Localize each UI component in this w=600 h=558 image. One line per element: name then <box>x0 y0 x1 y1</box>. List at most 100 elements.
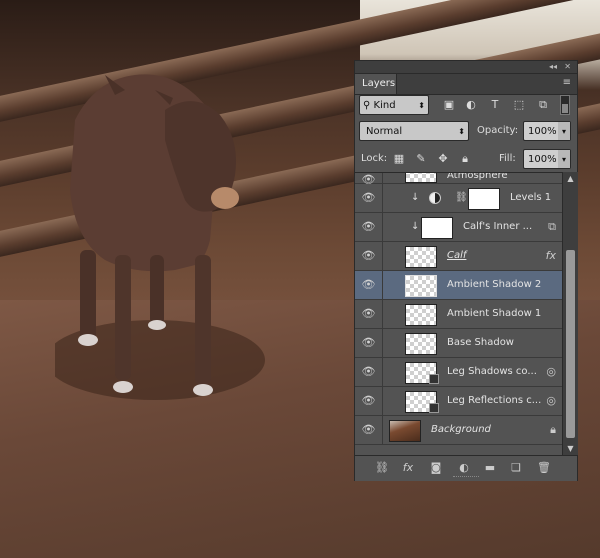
lock-move-icon[interactable]: ✥ <box>435 151 451 167</box>
image-filter-icon[interactable]: ▣ <box>441 97 457 113</box>
chain-link-icon[interactable]: ⛓︎ <box>455 184 468 212</box>
layer-thumbnail <box>389 420 421 442</box>
visibility-eye-icon[interactable]: 👁︎ <box>355 416 383 444</box>
layer-thumbnail <box>405 304 437 326</box>
folder-icon[interactable]: ▬ <box>481 460 499 476</box>
layer-row-selected[interactable]: 👁︎ Ambient Shadow 2 <box>355 271 562 300</box>
visibility-eye-icon[interactable]: 👁︎ <box>355 213 383 241</box>
visibility-eye-icon[interactable]: 👁︎ <box>355 387 383 415</box>
smart-object-filter-icon[interactable]: ⧉ <box>535 97 551 113</box>
fx-icon[interactable]: fx <box>546 242 556 270</box>
panel-menu-icon[interactable]: ≡ <box>563 78 571 88</box>
layer-row[interactable]: 👁︎ Background 🔒︎ <box>355 416 562 445</box>
layer-row[interactable]: 👁︎ Leg Shadows co... ◎ <box>355 358 562 387</box>
lock-all-icon[interactable]: 🔒︎ <box>457 151 473 167</box>
lock-icon: 🔒︎ <box>550 423 556 436</box>
layer-row[interactable]: 👁︎ Leg Reflections c... ◎ <box>355 387 562 416</box>
chevron-down-icon[interactable]: ▾ <box>558 122 570 140</box>
blend-mode-select[interactable]: Normal ⬍ <box>359 121 469 141</box>
layer-name: Leg Shadows co... <box>447 366 537 377</box>
layer-name: Calf's Inner ... <box>463 221 533 232</box>
clip-arrow-icon: ↓ <box>411 221 420 232</box>
visibility-eye-icon[interactable]: 👁︎ <box>355 358 383 386</box>
chevron-updown-icon: ⬍ <box>458 127 465 136</box>
layer-row[interactable]: 👁︎ ↓ Calf's Inner ... ⧉ <box>355 213 562 242</box>
trash-icon[interactable]: 🗑︎ <box>535 460 553 476</box>
layers-list: 👁︎ Atmosphere 👁︎ ↓ ⛓︎ Levels 1 👁︎ ↓ Calf… <box>355 172 562 456</box>
smart-filter-icon[interactable]: ◎ <box>546 358 556 386</box>
close-panel-icon[interactable]: ✕ <box>564 61 571 73</box>
lock-label: Lock: <box>361 153 388 164</box>
filter-kind-select[interactable]: ⚲ Kind ⬍ <box>359 95 429 115</box>
shape-filter-icon[interactable]: ⬚ <box>511 97 527 113</box>
layer-name: Levels 1 <box>510 192 552 203</box>
blend-mode-value: Normal <box>366 126 403 137</box>
tab-layers[interactable]: Layers <box>355 74 397 94</box>
smart-filter-icon[interactable]: ◎ <box>546 387 556 415</box>
panel-tab-bar: Layers ≡ <box>355 74 577 95</box>
levels-adjustment-icon <box>429 192 441 204</box>
search-icon: ⚲ <box>363 100 371 111</box>
layer-thumbnail <box>405 246 437 268</box>
scrollbar-thumb[interactable] <box>566 250 575 438</box>
opacity-label: Opacity: <box>477 125 519 136</box>
visibility-eye-icon[interactable]: 👁︎ <box>355 242 383 270</box>
link-icon[interactable]: ⛓︎ <box>373 460 391 476</box>
layer-thumbnail <box>421 217 453 239</box>
filter-row: ⚲ Kind ⬍ ▣ ◐ T ⬚ ⧉ <box>359 95 573 117</box>
new-layer-icon[interactable]: ❏ <box>507 460 525 476</box>
layer-row[interactable]: 👁︎ Ambient Shadow 1 <box>355 300 562 329</box>
layer-name: Atmosphere <box>447 172 508 181</box>
smart-object-icon: ⧉ <box>548 220 556 233</box>
chevron-updown-icon: ⬍ <box>418 101 425 110</box>
layers-panel: ◂◂ ✕ Layers ≡ ⚲ Kind ⬍ ▣ ◐ T ⬚ ⧉ Normal … <box>354 60 578 481</box>
layer-thumbnail <box>405 275 437 297</box>
layer-name: Calf <box>447 250 467 261</box>
smart-object-badge-icon <box>429 374 439 384</box>
clip-arrow-icon: ↓ <box>411 192 420 203</box>
layer-name: Ambient Shadow 1 <box>447 308 542 319</box>
visibility-eye-icon[interactable]: 👁︎ <box>355 271 383 299</box>
fill-label: Fill: <box>499 153 516 164</box>
scroll-up-icon[interactable]: ▲ <box>563 174 578 183</box>
layers-scrollbar[interactable]: ▲ ▼ <box>562 172 578 455</box>
visibility-eye-icon[interactable]: 👁︎ <box>355 173 383 186</box>
layer-name: Leg Reflections c... <box>447 395 542 406</box>
resize-grip[interactable] <box>453 476 479 480</box>
calf-image <box>55 74 265 400</box>
lock-row: Lock: ▦ ✎ ✥ 🔒︎ Fill: 100% ▾ <box>359 149 573 171</box>
layer-thumbnail <box>405 173 437 183</box>
layer-mask-thumbnail <box>468 188 500 210</box>
opacity-value: 100% <box>528 126 557 137</box>
blend-row: Normal ⬍ Opacity: 100% ▾ <box>359 121 573 143</box>
lock-transparent-icon[interactable]: ▦ <box>391 151 407 167</box>
type-filter-icon[interactable]: T <box>487 97 503 113</box>
adjustment-icon[interactable]: ◐ <box>455 460 473 476</box>
layer-name: Ambient Shadow 2 <box>447 279 542 290</box>
fill-input[interactable]: 100% ▾ <box>523 149 571 169</box>
layer-row[interactable]: 👁︎ Calf fx <box>355 242 562 271</box>
layer-name: Base Shadow <box>447 337 514 348</box>
fill-value: 100% <box>528 154 557 165</box>
layer-row[interactable]: 👁︎ Atmosphere <box>355 172 562 186</box>
scroll-down-icon[interactable]: ▼ <box>563 444 578 453</box>
chevron-down-icon[interactable]: ▾ <box>558 150 570 168</box>
layer-name: Background <box>431 424 491 435</box>
adjustment-filter-icon[interactable]: ◐ <box>463 97 479 113</box>
panel-title-strip: ◂◂ ✕ <box>355 61 577 74</box>
lock-brush-icon[interactable]: ✎ <box>413 151 429 167</box>
layer-row[interactable]: 👁︎ ↓ ⛓︎ Levels 1 <box>355 184 562 213</box>
visibility-eye-icon[interactable]: 👁︎ <box>355 184 383 212</box>
smart-object-badge-icon <box>429 403 439 413</box>
collapse-panel-icon[interactable]: ◂◂ <box>549 61 557 73</box>
filter-toggle-switch[interactable] <box>560 95 570 115</box>
mask-icon[interactable]: ◙ <box>427 460 445 476</box>
opacity-input[interactable]: 100% ▾ <box>523 121 571 141</box>
fx-icon[interactable]: fx <box>399 460 417 476</box>
visibility-eye-icon[interactable]: 👁︎ <box>355 329 383 357</box>
layer-thumbnail <box>405 333 437 355</box>
panel-footer: ⛓︎ fx ◙ ◐ ▬ ❏ 🗑︎ <box>355 455 577 481</box>
layer-row[interactable]: 👁︎ Base Shadow <box>355 329 562 358</box>
visibility-eye-icon[interactable]: 👁︎ <box>355 300 383 328</box>
filter-kind-label: Kind <box>373 100 396 111</box>
